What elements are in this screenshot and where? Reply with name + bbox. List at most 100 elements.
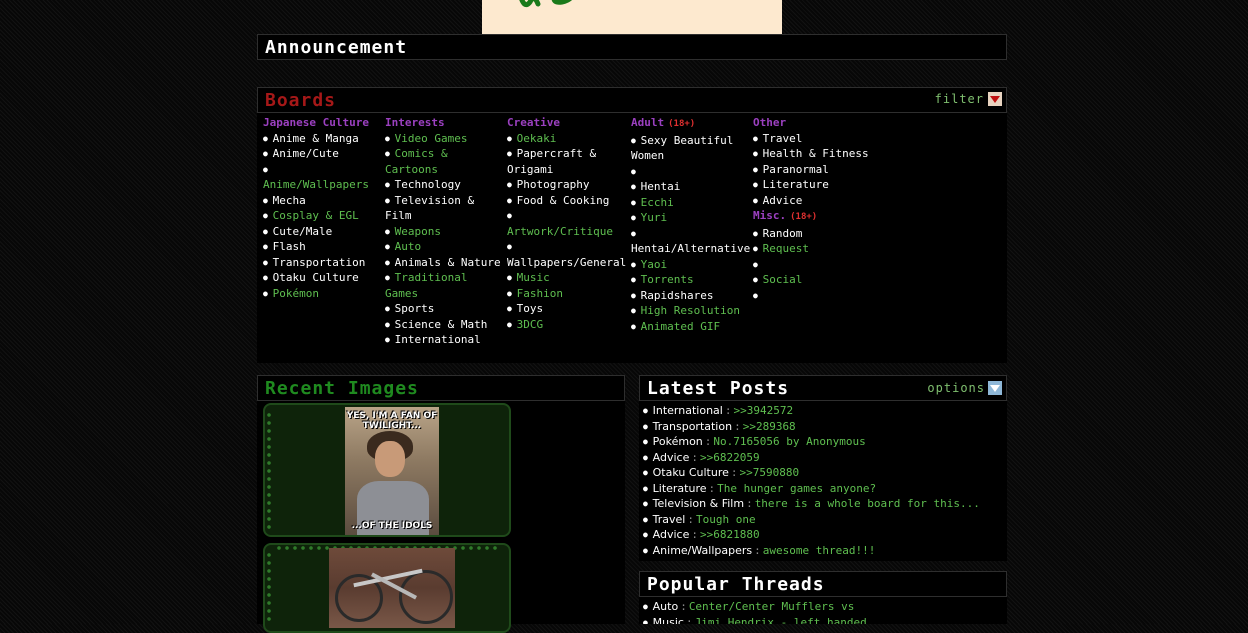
board-link[interactable]: Hentai/Alternative [631, 241, 750, 257]
post-board-link[interactable]: Transportation [653, 420, 732, 433]
board-link[interactable]: Technology [385, 177, 503, 193]
board-link[interactable] [631, 164, 749, 180]
bike-wheel [399, 570, 453, 624]
filter-button[interactable]: filter [935, 92, 1002, 106]
recent-images-panel: YES, I'M A FAN OF TWILIGHT... ...OF THE … [257, 401, 625, 633]
board-column: Creative OekakiPapercraft & OrigamiPhotog… [507, 115, 626, 333]
board-link[interactable]: Anime & Manga [263, 131, 381, 147]
board-link[interactable]: Health & Fitness [753, 146, 871, 162]
board-link[interactable]: Hentai [631, 179, 749, 195]
board-link[interactable]: Papercraft & Origami [507, 146, 625, 177]
board-link[interactable]: Photography [507, 177, 625, 193]
separator: : [734, 419, 741, 433]
board-link[interactable]: Torrents [631, 272, 749, 288]
post-link[interactable]: >>289368 [743, 420, 796, 433]
recent-image-card[interactable]: YES, I'M A FAN OF TWILIGHT... ...OF THE … [263, 403, 511, 537]
post-link[interactable]: The hunger games anyone? [717, 482, 876, 495]
recent-image-card[interactable] [263, 543, 511, 633]
post-link[interactable]: Center/Center Mufflers vs [689, 600, 855, 613]
announcement-header: Announcement [257, 34, 1007, 60]
board-link[interactable]: Oekaki [507, 131, 625, 147]
post-board-link[interactable]: Music [653, 616, 684, 625]
board-link[interactable]: Travel [753, 131, 871, 147]
post-board-link[interactable]: Literature [653, 482, 707, 495]
board-link[interactable]: Advice [753, 193, 871, 209]
board-link[interactable]: Ecchi [631, 195, 749, 211]
post-board-link[interactable]: Advice [653, 528, 690, 541]
board-link[interactable]: Artwork/Critique [507, 224, 625, 240]
board-link[interactable]: Request [753, 241, 871, 257]
options-button[interactable]: options [927, 381, 1002, 395]
board-link[interactable]: Social [753, 272, 871, 288]
post-board-link[interactable]: Travel [653, 513, 686, 526]
board-link[interactable]: Weapons [385, 224, 503, 240]
board-link[interactable]: Comics & Cartoons [385, 146, 503, 177]
board-link[interactable]: Television & Film [385, 193, 503, 224]
post-board-link[interactable]: Advice [653, 451, 690, 464]
post-list-item: Television & Film:there is a whole board… [643, 497, 980, 510]
post-link[interactable]: >>7590880 [740, 466, 800, 479]
board-link[interactable]: Music [507, 270, 625, 286]
board-link[interactable]: Yuri [631, 210, 749, 226]
board-link[interactable]: Yaoi [631, 257, 749, 273]
board-link[interactable]: Literature [753, 177, 871, 193]
board-link[interactable]: 3DCG [507, 317, 625, 333]
board-link[interactable]: Cute/Male [263, 224, 381, 240]
board-link[interactable]: Traditional Games [385, 270, 503, 301]
age-restriction-badge: (18+) [790, 212, 818, 222]
board-link[interactable]: Flash [263, 239, 381, 255]
post-board-link[interactable]: Otaku Culture [653, 466, 729, 479]
board-link[interactable]: Anime/Wallpapers [263, 177, 381, 193]
board-link[interactable]: Sports [385, 301, 503, 317]
post-link[interactable]: awesome thread!!! [763, 544, 876, 557]
post-board-link[interactable]: International [653, 404, 723, 417]
post-list-item: Anime/Wallpapers:awesome thread!!! [643, 544, 876, 557]
board-link[interactable]: Pokémon [263, 286, 381, 302]
board-link[interactable] [263, 162, 381, 178]
board-link[interactable]: Wallpapers/General [507, 255, 626, 271]
board-link[interactable]: Transportation [263, 255, 381, 271]
board-link[interactable]: Random [753, 226, 871, 242]
post-list-item: International:>>3942572 [643, 404, 793, 417]
board-link[interactable]: Animated GIF [631, 319, 749, 335]
board-link[interactable] [507, 208, 625, 224]
recent-image-thumbnail[interactable] [329, 548, 455, 628]
post-board-link[interactable]: Pokémon [653, 435, 703, 448]
board-column: Japanese Culture Anime & MangaAnime/Cute A… [263, 115, 381, 301]
post-board-link[interactable]: Television & Film [653, 497, 744, 510]
board-link[interactable] [753, 257, 871, 273]
board-link[interactable]: Sexy Beautiful Women [631, 133, 749, 164]
board-link[interactable] [507, 239, 625, 255]
board-link[interactable]: Food & Cooking [507, 193, 625, 209]
board-link[interactable]: Toys [507, 301, 625, 317]
post-link[interactable]: >>6821880 [700, 528, 760, 541]
post-link[interactable]: No.7165056 by Anonymous [713, 435, 865, 448]
board-link[interactable]: Animals & Nature [385, 255, 503, 271]
board-link[interactable]: Anime/Cute [263, 146, 381, 162]
board-link[interactable]: Cosplay & EGL [263, 208, 381, 224]
post-link[interactable]: there is a whole board for this... [755, 497, 980, 510]
board-category-heading: Other [753, 115, 871, 131]
board-link[interactable]: Auto [385, 239, 503, 255]
post-link[interactable]: Tough one [696, 513, 756, 526]
post-link[interactable]: >>3942572 [733, 404, 793, 417]
board-link[interactable]: High Resolution [631, 303, 749, 319]
board-link[interactable]: International [385, 332, 503, 348]
post-board-link[interactable]: Anime/Wallpapers [653, 544, 753, 557]
board-link[interactable]: Paranormal [753, 162, 871, 178]
board-link[interactable]: Mecha [263, 193, 381, 209]
separator: : [730, 466, 738, 479]
post-link[interactable]: Jimi Hendrix - left handed [695, 616, 867, 625]
board-link[interactable]: Fashion [507, 286, 625, 302]
post-link[interactable]: >>6822059 [700, 451, 760, 464]
board-link[interactable] [753, 288, 871, 304]
separator: : [704, 435, 712, 448]
board-link[interactable]: Video Games [385, 131, 503, 147]
recent-image-thumbnail[interactable]: YES, I'M A FAN OF TWILIGHT... ...OF THE … [345, 407, 439, 535]
board-link[interactable] [631, 226, 749, 242]
site-banner[interactable] [482, 0, 782, 34]
board-link[interactable]: Science & Math [385, 317, 503, 333]
board-link[interactable]: Otaku Culture [263, 270, 381, 286]
post-board-link[interactable]: Auto [653, 600, 679, 613]
board-link[interactable]: Rapidshares [631, 288, 749, 304]
